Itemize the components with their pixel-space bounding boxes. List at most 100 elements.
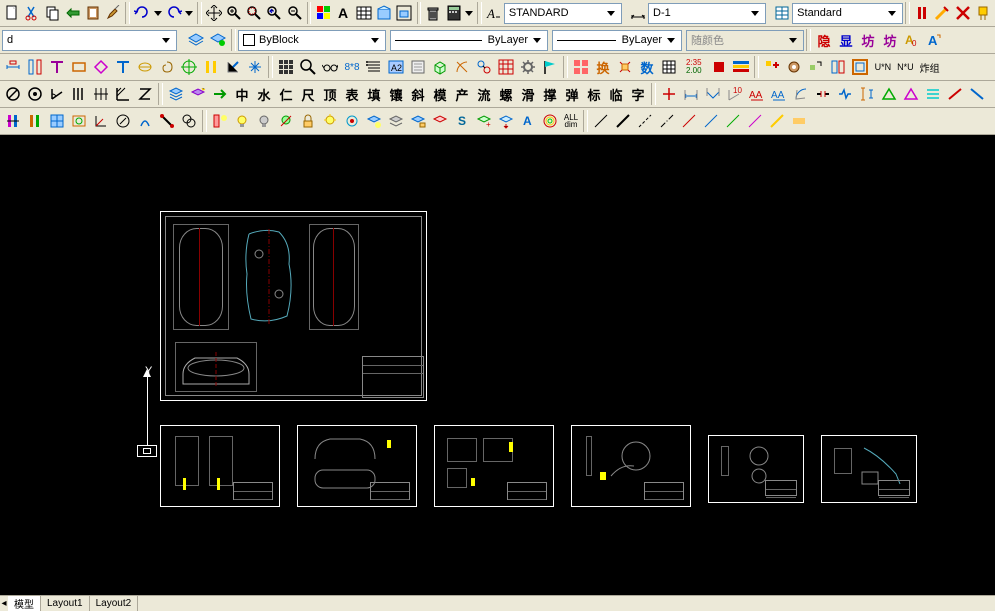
a2-button[interactable]: A2 <box>385 56 407 78</box>
sheet-thumb-2[interactable] <box>297 425 417 507</box>
dim-ang-button[interactable]: 10 <box>724 83 746 105</box>
fang2-button[interactable]: 坊 <box>879 29 901 51</box>
layer-prev-button[interactable] <box>207 29 229 51</box>
circle2-button[interactable] <box>24 83 46 105</box>
yellow-tool-button[interactable] <box>973 2 993 24</box>
layers-red-button[interactable] <box>429 110 451 132</box>
frame-button[interactable] <box>849 56 871 78</box>
red-line-button[interactable] <box>944 83 966 105</box>
cjk-button-0[interactable]: 中 <box>231 83 253 105</box>
tool-bars-button[interactable] <box>200 56 222 78</box>
z-button[interactable] <box>134 83 156 105</box>
dim-style-icon[interactable] <box>628 2 648 24</box>
table-style-icon[interactable] <box>772 2 792 24</box>
sheet-button[interactable] <box>407 56 429 78</box>
cjk-button-1[interactable]: 水 <box>253 83 275 105</box>
redo-arrow[interactable] <box>184 2 195 24</box>
tool-t-button[interactable] <box>46 56 68 78</box>
tool-slash-button[interactable] <box>222 56 244 78</box>
tool-spiral-button[interactable] <box>156 56 178 78</box>
cjk-button-16[interactable]: 标 <box>583 83 605 105</box>
gear2-button[interactable] <box>783 56 805 78</box>
green-tri-button[interactable] <box>878 83 900 105</box>
stack-button[interactable] <box>165 83 187 105</box>
cjk-button-10[interactable]: 产 <box>451 83 473 105</box>
pan-button[interactable] <box>204 2 224 24</box>
circle-slash-button[interactable] <box>2 83 24 105</box>
sheet-thumb-5[interactable] <box>708 435 804 503</box>
calc-button[interactable] <box>444 2 464 24</box>
cjk-button-8[interactable]: 斜 <box>407 83 429 105</box>
bulb-off-button[interactable] <box>253 110 275 132</box>
purge-button[interactable] <box>423 2 443 24</box>
arc-dim-button[interactable] <box>790 83 812 105</box>
circle-dot-button[interactable] <box>341 110 363 132</box>
r5-3-button[interactable] <box>46 110 68 132</box>
r5-2-button[interactable] <box>24 110 46 132</box>
line4-button[interactable] <box>656 110 678 132</box>
tool-x1-button[interactable] <box>451 56 473 78</box>
tool-diamond-button[interactable] <box>90 56 112 78</box>
undo-button[interactable] <box>132 2 152 24</box>
dim-h-button[interactable] <box>680 83 702 105</box>
check-button[interactable] <box>805 56 827 78</box>
sheet-thumb-1[interactable] <box>160 425 280 507</box>
huan-button[interactable]: 换 <box>592 56 614 78</box>
plotstyle-dropdown[interactable]: 随颜色 <box>686 30 804 51</box>
tool-rect-button[interactable] <box>68 56 90 78</box>
cjk-button-13[interactable]: 滑 <box>517 83 539 105</box>
tool-star-button[interactable] <box>244 56 266 78</box>
text-s-button[interactable]: S <box>451 110 473 132</box>
cjk-button-11[interactable]: 流 <box>473 83 495 105</box>
red-x-button[interactable] <box>952 2 972 24</box>
color-dropdown[interactable]: ByBlock <box>238 30 386 51</box>
lineweight-dropdown[interactable]: ByLayer <box>552 30 682 51</box>
lines-diag-button[interactable] <box>112 83 134 105</box>
text-88-button[interactable]: 8*8 <box>341 56 363 78</box>
line8-button[interactable] <box>744 110 766 132</box>
text-style-dropdown[interactable]: STANDARD <box>504 3 622 24</box>
cjk-button-7[interactable]: 镶 <box>385 83 407 105</box>
glasses-button[interactable] <box>319 56 341 78</box>
r5-1-button[interactable] <box>2 110 24 132</box>
paste-button[interactable] <box>83 2 103 24</box>
blue-line-button[interactable] <box>966 83 988 105</box>
hide-button[interactable]: 隐 <box>813 29 835 51</box>
show-button[interactable]: 显 <box>835 29 857 51</box>
bars-h-button[interactable] <box>68 83 90 105</box>
text-a-button[interactable]: A <box>517 110 539 132</box>
tool-target-button[interactable] <box>178 56 200 78</box>
text-style-icon[interactable]: A <box>484 2 504 24</box>
main-drawing-sheet[interactable] <box>160 211 427 401</box>
line7-button[interactable] <box>722 110 744 132</box>
angle-button[interactable] <box>46 83 68 105</box>
layer-dropdown[interactable]: d <box>2 30 177 51</box>
aa-red-button[interactable]: AA <box>746 83 768 105</box>
tool-circ-button[interactable] <box>134 56 156 78</box>
bulb-on-button[interactable] <box>231 110 253 132</box>
brush-button[interactable] <box>103 2 123 24</box>
layers-button[interactable] <box>185 29 207 51</box>
match-button[interactable] <box>63 2 83 24</box>
sheet-thumb-3[interactable] <box>434 425 554 507</box>
cjk-button-15[interactable]: 弹 <box>561 83 583 105</box>
text-a-yellow-button[interactable]: A0 <box>901 29 923 51</box>
pencil-cross-button[interactable] <box>932 2 952 24</box>
line2-button[interactable] <box>612 110 634 132</box>
shu-button[interactable]: 数 <box>636 56 658 78</box>
new-button[interactable] <box>2 2 22 24</box>
line9-button[interactable] <box>766 110 788 132</box>
layers-dim-button[interactable] <box>385 110 407 132</box>
model-tab[interactable]: 模型 <box>8 596 41 611</box>
bulb2-button[interactable] <box>319 110 341 132</box>
dim-style-dropdown[interactable]: D-1 <box>648 3 766 24</box>
cjk-button-14[interactable]: 撑 <box>539 83 561 105</box>
dim-align-button[interactable] <box>24 56 46 78</box>
grid2-button[interactable] <box>495 56 517 78</box>
explode-button[interactable] <box>614 56 636 78</box>
break-button[interactable] <box>812 83 834 105</box>
un-button[interactable]: U*N <box>875 62 892 72</box>
r5-4-button[interactable] <box>68 110 90 132</box>
list-button[interactable] <box>363 56 385 78</box>
cjk-button-12[interactable]: 螺 <box>495 83 517 105</box>
